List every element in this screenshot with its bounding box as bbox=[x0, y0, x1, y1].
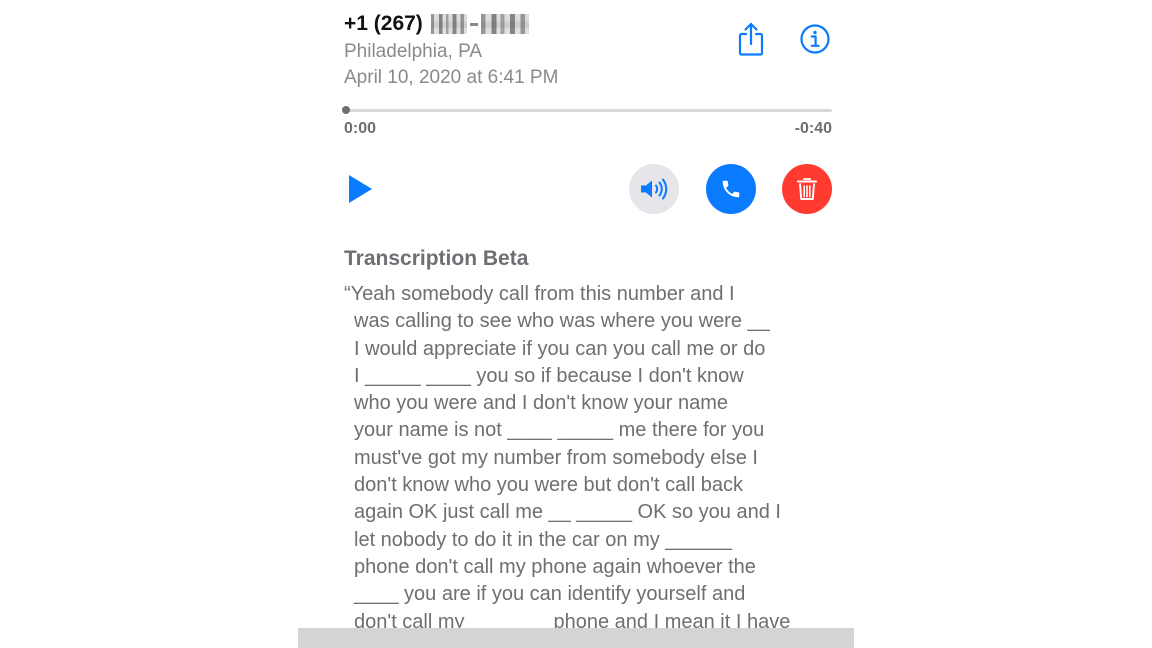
phone-icon bbox=[722, 180, 740, 198]
redacted-digits bbox=[430, 14, 467, 35]
playback-scrubber-thumb[interactable] bbox=[342, 106, 350, 114]
transcription-line: must've got my number from somebody else… bbox=[354, 446, 758, 469]
redacted-dash bbox=[469, 22, 478, 26]
transcription-line: ____ you are if you can identify yoursel… bbox=[354, 583, 746, 606]
caller-number: +1 (267) bbox=[344, 12, 529, 36]
transcription-heading: Transcription Beta bbox=[344, 247, 529, 270]
transcription-line: don't know who you were but don't call b… bbox=[354, 474, 743, 497]
play-button[interactable] bbox=[342, 170, 378, 208]
remaining-time: -0:40 bbox=[794, 120, 832, 137]
play-icon bbox=[349, 175, 372, 203]
transcription-line: I _____ ____ you so if because I don't k… bbox=[354, 364, 744, 387]
transcription-line: who you were and I don't know your name bbox=[354, 392, 729, 415]
transcription-line: phone don't call my phone again whoever … bbox=[354, 555, 756, 578]
voicemail-detail-view: +1 (267) Philadelphia, PA April 10, 2020… bbox=[298, 0, 854, 648]
transcription-line: “Yeah somebody call from this number and… bbox=[344, 283, 735, 305]
bottom-toolbar bbox=[298, 628, 854, 648]
playback-scrubber[interactable] bbox=[342, 106, 832, 114]
speaker-button[interactable] bbox=[629, 164, 679, 214]
info-button[interactable] bbox=[798, 20, 832, 58]
speaker-icon bbox=[641, 178, 668, 200]
transcription-line: again OK just call me __ _____ OK so you… bbox=[354, 501, 781, 524]
transcription-text: “Yeah somebody call from this number and… bbox=[344, 281, 844, 636]
caller-location: Philadelphia, PA bbox=[344, 41, 483, 62]
transcription-line: let nobody to do it in the car on my ___… bbox=[354, 528, 733, 551]
transcription-line: your name is not ____ _____ me there for… bbox=[354, 419, 765, 442]
info-icon bbox=[800, 24, 830, 54]
voicemail-datetime: April 10, 2020 at 6:41 PM bbox=[344, 67, 559, 88]
delete-button[interactable] bbox=[782, 164, 832, 214]
elapsed-time: 0:00 bbox=[344, 120, 377, 137]
redacted-digits bbox=[480, 14, 529, 35]
trash-icon bbox=[797, 178, 817, 200]
call-back-button[interactable] bbox=[706, 164, 756, 214]
share-button[interactable] bbox=[734, 20, 768, 58]
transcription-line: I would appreciate if you can you call m… bbox=[354, 337, 766, 360]
transcription-line: was calling to see who was where you wer… bbox=[354, 310, 770, 333]
caller-number-prefix: +1 (267) bbox=[344, 12, 423, 35]
share-icon bbox=[738, 22, 764, 56]
screen: +1 (267) Philadelphia, PA April 10, 2020… bbox=[0, 0, 1152, 648]
